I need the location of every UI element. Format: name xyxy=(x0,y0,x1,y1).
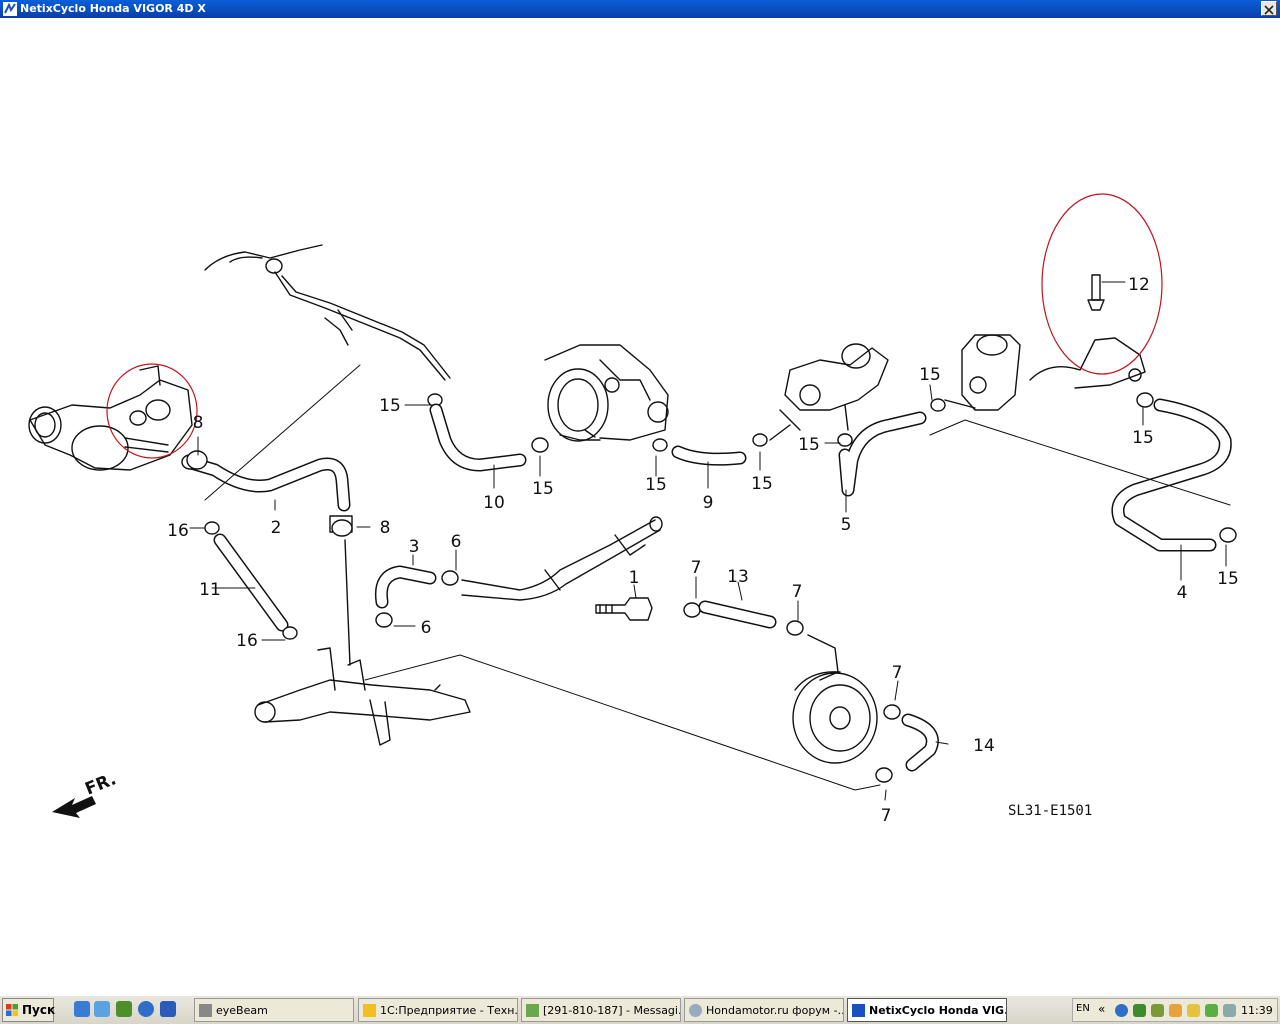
callout-7: 7 xyxy=(892,663,903,683)
callout-16: 16 xyxy=(167,521,189,541)
tray-network-icon[interactable] xyxy=(1223,1004,1236,1017)
messenger-icon[interactable] xyxy=(138,1001,154,1017)
netixcyclo-icon xyxy=(852,1004,865,1017)
word-icon[interactable] xyxy=(160,1001,176,1017)
tray-app-icon[interactable] xyxy=(1151,1004,1164,1017)
callout-2: 2 xyxy=(271,518,282,538)
parts-diagram: 1 2 3 4 5 6 6 7 7 7 7 8 8 9 10 11 12 13 14 15 15 15 15 15 15 15 15… xyxy=(0,18,1280,995)
language-indicator[interactable]: EN xyxy=(1076,1003,1090,1014)
start-label: Пуск xyxy=(22,1003,56,1017)
task-label: 1С:Предприятие - Техн... xyxy=(380,1004,518,1017)
callout-9: 9 xyxy=(703,493,714,513)
callout-6: 6 xyxy=(421,618,432,638)
hose-diagram-drawing: 1234566777788910111213141515 15 1515151515… xyxy=(28,193,1239,826)
task-label: eyeBeam xyxy=(216,1004,268,1017)
windows-taskbar: Пуск eyeBeam 1С:Предприятие - Техн... [2… xyxy=(0,995,1280,1024)
close-icon xyxy=(1264,5,1274,15)
task-hondamotor-forum[interactable]: Hondamotor.ru форум -... xyxy=(684,998,844,1022)
egr-valve xyxy=(944,334,1021,411)
callout-7: 7 xyxy=(792,582,803,602)
callout-4: 4 xyxy=(1177,583,1188,603)
callout-11: 11 xyxy=(199,580,221,600)
callout-15: 15 xyxy=(919,365,941,385)
highlight-circle-thermostat xyxy=(106,363,198,459)
water-pipe xyxy=(254,647,471,746)
tray-expand-chevron-icon[interactable]: « xyxy=(1098,1002,1105,1016)
task-label: Hondamotor.ru форум -... xyxy=(706,1004,844,1017)
callout-8: 8 xyxy=(193,413,204,433)
callout-15: 15 xyxy=(1217,569,1239,589)
eyebeam-icon xyxy=(199,1004,212,1017)
callout-15: 15 xyxy=(798,435,820,455)
callout-labels: 1234566777788910111213141515 15 1515151515… xyxy=(167,275,1239,826)
task-netixcyclo[interactable]: NetixCyclo Honda VIG... xyxy=(847,998,1007,1022)
icq-message-icon xyxy=(526,1004,539,1017)
tray-clock-app-icon[interactable] xyxy=(1169,1004,1182,1017)
1c-icon xyxy=(363,1004,376,1017)
callout-10: 10 xyxy=(483,493,505,513)
show-desktop-icon[interactable] xyxy=(74,1001,90,1017)
tray-messenger-icon[interactable] xyxy=(1115,1004,1128,1017)
oil-cooler xyxy=(792,671,878,764)
windows-logo-icon xyxy=(6,1004,18,1016)
callout-14: 14 xyxy=(973,736,995,756)
diagram-ref-code: SL31-E1501 xyxy=(1008,803,1092,819)
callout-1: 1 xyxy=(629,568,640,588)
callout-3: 3 xyxy=(409,537,420,557)
fr-label: FR. xyxy=(82,769,119,799)
callout-13: 13 xyxy=(727,567,749,587)
window-title: NetixCyclo Honda VIGOR 4D X xyxy=(20,2,206,15)
tray-clock: 11:39 xyxy=(1241,1004,1273,1017)
thermostat-housing xyxy=(28,365,193,471)
callout-5: 5 xyxy=(841,515,852,535)
callout-12: 12 xyxy=(1128,275,1150,295)
callout-15: 15 xyxy=(645,475,667,495)
callout-7: 7 xyxy=(691,558,702,578)
start-button[interactable]: Пуск xyxy=(2,998,56,1022)
callout-15: 15 xyxy=(532,479,554,499)
task-icq-messaging[interactable]: [291-810-187] - Messagi... xyxy=(521,998,681,1022)
ql-app-icon[interactable] xyxy=(116,1001,132,1017)
callout-16: 16 xyxy=(236,631,258,651)
netixcyclo-app-icon xyxy=(3,2,17,16)
callout-15: 15 xyxy=(1132,428,1154,448)
callout-15: 15 xyxy=(379,396,401,416)
throttle-body xyxy=(544,344,669,442)
tray-app-icon[interactable] xyxy=(1133,1004,1146,1017)
task-1c[interactable]: 1С:Предприятие - Техн... xyxy=(358,998,518,1022)
connector-1 xyxy=(595,597,653,621)
system-tray: EN « 11:39 xyxy=(1072,998,1278,1022)
callout-15: 15 xyxy=(751,474,773,494)
task-label: [291-810-187] - Messagi... xyxy=(543,1004,681,1017)
window-titlebar: NetixCyclo Honda VIGOR 4D X xyxy=(0,0,1280,18)
callout-6: 6 xyxy=(451,532,462,552)
tray-app-icon[interactable] xyxy=(1187,1004,1200,1017)
window-close-button[interactable] xyxy=(1261,1,1277,16)
browser-icon xyxy=(689,1004,702,1017)
callout-7: 7 xyxy=(881,806,892,826)
callout-8: 8 xyxy=(380,518,391,538)
task-eyebeam[interactable]: eyeBeam xyxy=(194,998,354,1022)
internet-explorer-icon[interactable] xyxy=(94,1001,110,1017)
task-label: NetixCyclo Honda VIG... xyxy=(869,1004,1007,1017)
tray-icq-icon[interactable] xyxy=(1205,1004,1218,1017)
